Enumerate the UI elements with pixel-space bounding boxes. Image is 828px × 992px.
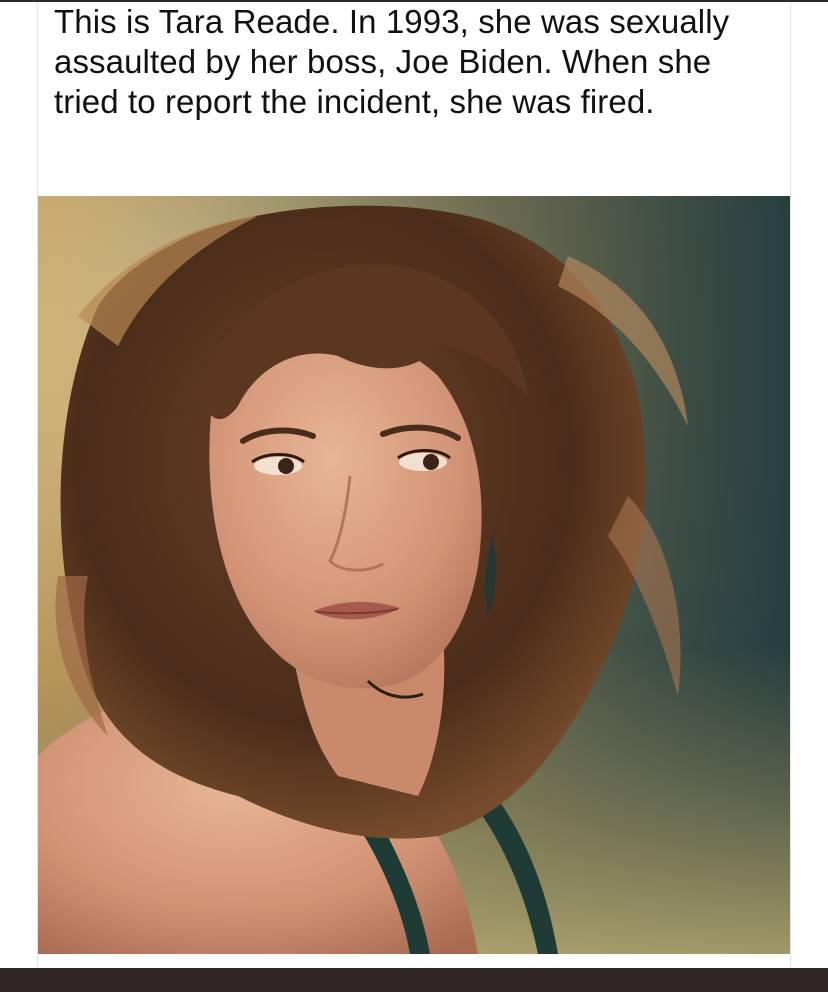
post-caption: This is Tara Reade. In 1993, she was sex… (54, 3, 730, 120)
post-card: This is Tara Reade. In 1993, she was sex… (37, 2, 791, 968)
portrait-image (38, 196, 790, 954)
bottom-bar (0, 968, 828, 992)
post-photo[interactable] (38, 196, 790, 954)
